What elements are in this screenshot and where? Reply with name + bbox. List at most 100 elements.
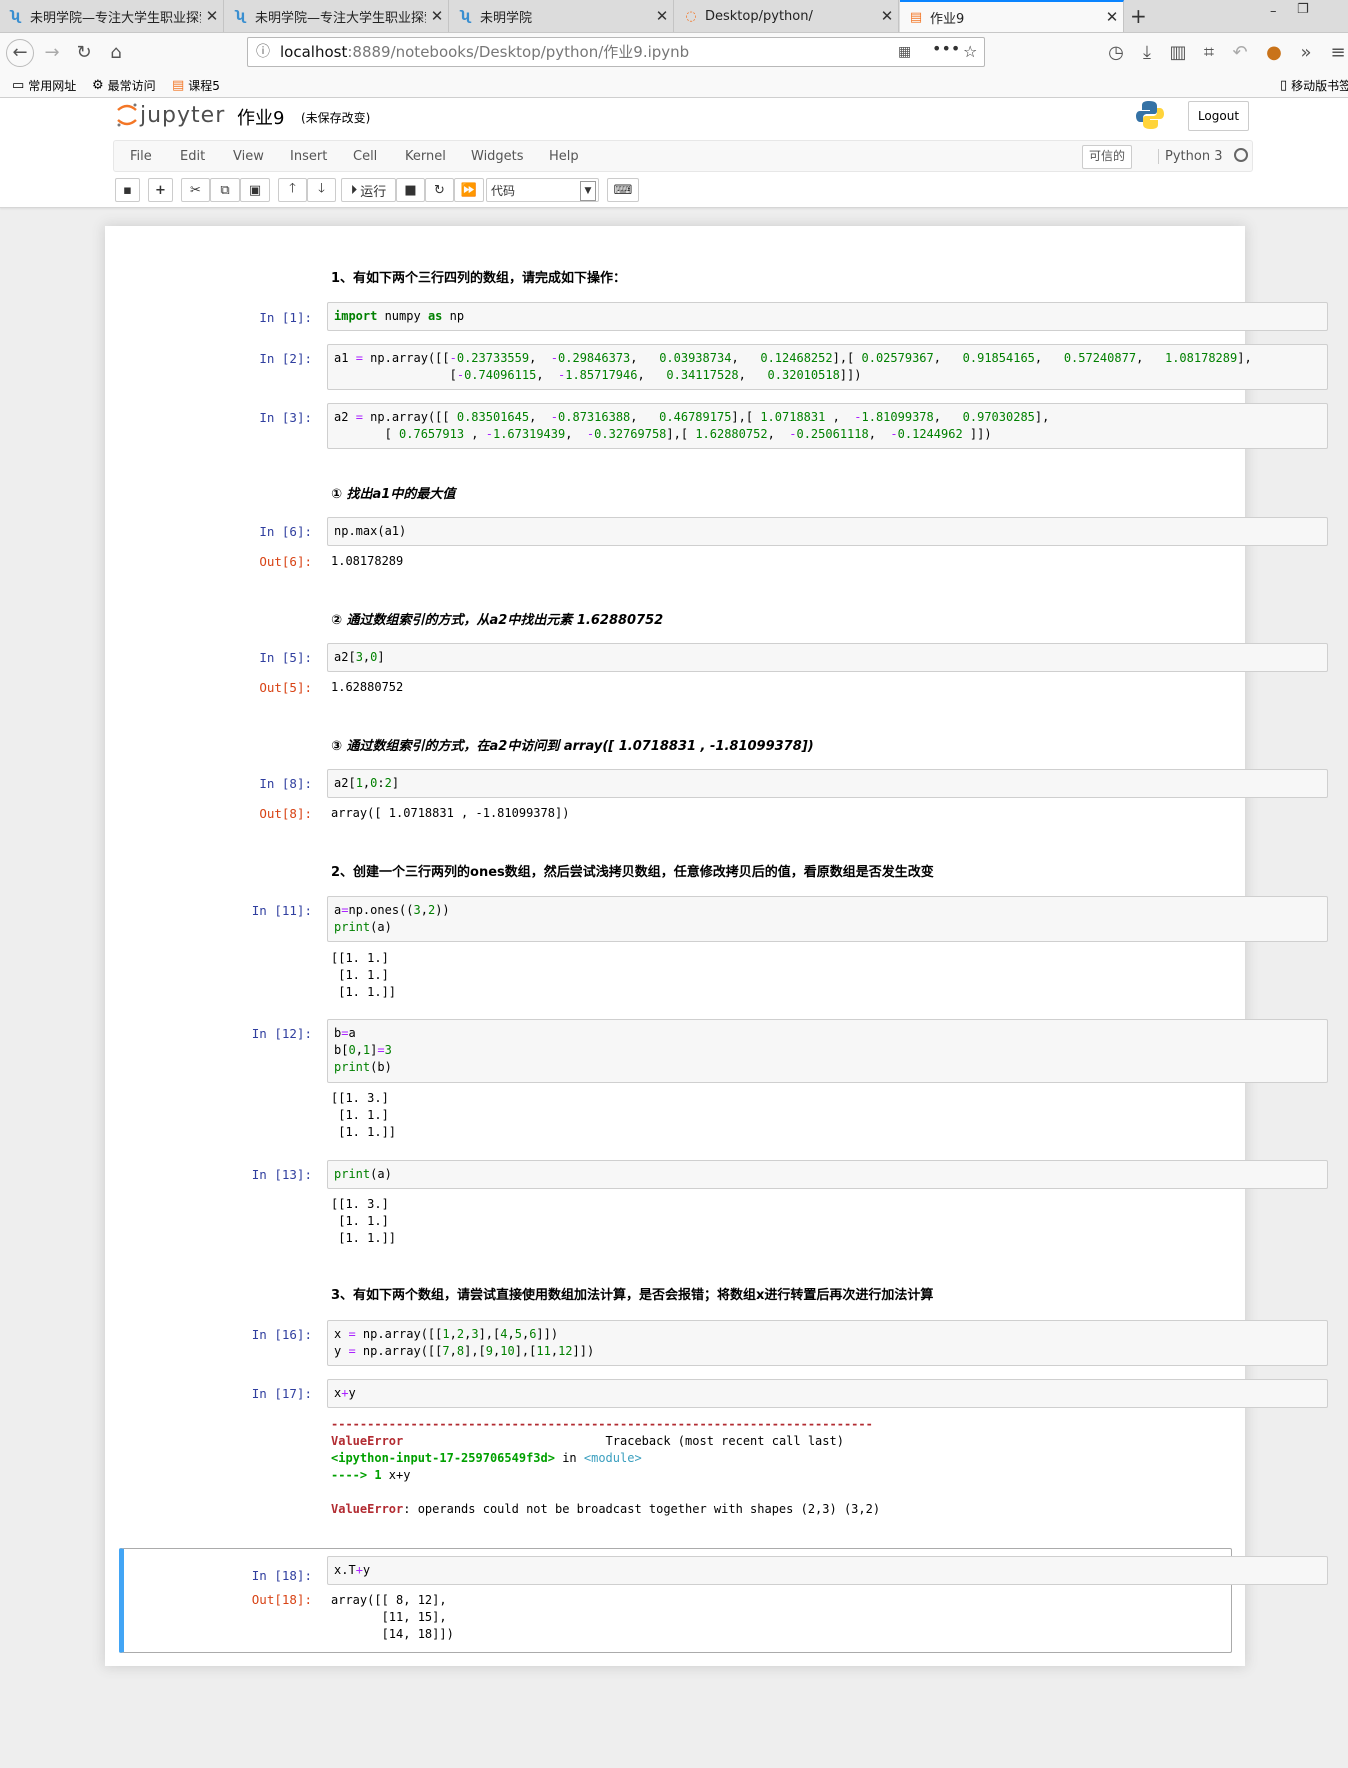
code-cell-input[interactable]: a2[1,0:2]	[327, 769, 1328, 798]
move-up-icon[interactable]: 🡑	[278, 178, 307, 202]
menu-cell[interactable]: Cell	[353, 149, 377, 164]
reload-icon[interactable]: ↻	[72, 41, 96, 65]
notebook-name[interactable]: 作业9	[237, 104, 284, 130]
bookmark-most-visited[interactable]: ⚙ 最常访问	[92, 77, 156, 94]
traceback-module: <module>	[583, 1451, 642, 1465]
weiming-logo-icon: ʯ	[460, 8, 472, 24]
download-icon[interactable]: ⤓	[1135, 41, 1159, 65]
tab-label: 未明学院	[480, 10, 533, 26]
cell-output: 1.62880752	[331, 680, 404, 694]
restart-icon[interactable]: ↻	[425, 178, 454, 202]
notebook-icon: ▤	[909, 9, 923, 25]
library-icon[interactable]: ▥	[1166, 41, 1190, 65]
restore-icon[interactable]: ❐	[1297, 2, 1309, 17]
paste-icon[interactable]: ▣	[240, 178, 270, 202]
fast-forward-icon[interactable]: ⏩	[454, 178, 484, 202]
run-button[interactable]: ⏵ 运行	[341, 178, 396, 202]
back-icon[interactable]: ←	[6, 39, 34, 67]
input-prompt: In [18]:	[251, 1568, 312, 1583]
home-icon[interactable]: ⌂	[104, 41, 128, 65]
code-cell-input[interactable]: x.T+y	[327, 1556, 1328, 1585]
qrcode-icon[interactable]: ▦	[898, 38, 911, 66]
menu-file[interactable]: File	[130, 149, 152, 164]
code-cell-input[interactable]: x+y	[327, 1379, 1328, 1408]
folder-icon: ▭	[12, 78, 25, 93]
menu-hamburger-icon[interactable]: ≡	[1326, 41, 1348, 65]
close-tab-icon[interactable]: ✕	[651, 7, 673, 25]
more-actions-icon[interactable]: •••	[932, 35, 960, 63]
markdown-cell[interactable]: ③ 通过数组索引的方式，在a2中访问到 array([ 1.0718831 , …	[331, 735, 814, 754]
traceback-input-ref: <ipython-input-17-259706549f3d>	[331, 1451, 555, 1465]
overflow-chevron-icon[interactable]: »	[1294, 41, 1318, 65]
jupyter-logo[interactable]: jupyter	[116, 102, 225, 128]
new-tab-icon[interactable]: +	[1130, 4, 1147, 28]
minimize-icon[interactable]: –	[1270, 4, 1277, 19]
markdown-cell[interactable]: ① 找出a1中的最大值	[331, 483, 455, 502]
info-icon[interactable]: ⓘ	[256, 38, 270, 66]
browser-tab-5[interactable]: ▤ 作业9 ✕	[900, 0, 1124, 32]
insert-cell-icon[interactable]: +	[148, 178, 173, 202]
cell-type-select[interactable]: 代码 ▼	[486, 178, 599, 202]
bookmark-course5[interactable]: ▤ 课程5	[172, 77, 220, 94]
markdown-cell[interactable]: ② 通过数组索引的方式，从a2中找出元素 1.62880752	[331, 609, 663, 628]
browser-tab-1[interactable]: ʯ 未明学院—专注大学生职业探索 ✕	[0, 0, 224, 32]
copy-icon[interactable]: ⧉	[210, 178, 240, 202]
save-status: (未保存改变)	[301, 111, 371, 125]
screenshot-icon[interactable]: ⌗	[1197, 41, 1221, 65]
code-cell-input[interactable]: b=a b[0,1]=3 print(b)	[327, 1019, 1328, 1083]
code-cell-input[interactable]: a2[3,0]	[327, 643, 1328, 672]
undo-icon[interactable]: ↶	[1228, 41, 1252, 65]
browser-tab-2[interactable]: ʯ 未明学院—专注大学生职业探索 ✕	[225, 0, 449, 32]
code-cell-input[interactable]: import numpy as np	[327, 302, 1328, 331]
browser-tab-4[interactable]: ◌ Desktop/python/ ✕	[675, 0, 899, 32]
move-down-icon[interactable]: 🡓	[307, 178, 336, 202]
markdown-cell[interactable]: 2、创建一个三行两列的ones数组，然后尝试浅拷贝数组，任意修改拷贝后的值，看原…	[331, 861, 934, 880]
input-prompt: In [1]:	[259, 310, 312, 325]
input-prompt: In [6]:	[259, 524, 312, 539]
close-tab-icon[interactable]: ✕	[201, 7, 223, 25]
cell-output: [[1. 3.] [1. 1.] [1. 1.]]	[331, 1197, 397, 1245]
stop-icon[interactable]: ■	[396, 178, 425, 202]
history-icon[interactable]: ◷	[1104, 41, 1128, 65]
menu-view[interactable]: View	[233, 149, 264, 164]
menu-insert[interactable]: Insert	[290, 149, 327, 164]
bookmark-common-sites[interactable]: ▭ 常用网址	[12, 77, 76, 94]
code-cell-input[interactable]: a2 = np.array([[ 0.83501645, -0.87316388…	[327, 403, 1328, 449]
markdown-cell[interactable]: 1、有如下两个三行四列的数组，请完成如下操作：	[331, 267, 626, 286]
menu-widgets[interactable]: Widgets	[471, 149, 524, 164]
logout-button[interactable]: Logout	[1188, 101, 1249, 131]
save-icon[interactable]: ▪	[115, 178, 140, 202]
menu-edit[interactable]: Edit	[180, 149, 205, 164]
trusted-indicator[interactable]: 可信的	[1082, 145, 1133, 169]
tab-label: 作业9	[930, 11, 965, 27]
code-text: x.T+y	[334, 1563, 371, 1577]
markdown-cell[interactable]: 3、有如下两个数组，请尝试直接使用数组加法计算，是否会报错；将数组x进行转置后再…	[331, 1284, 933, 1303]
menu-kernel[interactable]: Kernel	[405, 149, 446, 164]
code-cell-input[interactable]: print(a)	[327, 1160, 1328, 1189]
menu-help[interactable]: Help	[549, 149, 579, 164]
close-tab-icon[interactable]: ✕	[426, 7, 448, 25]
cut-icon[interactable]: ✂	[181, 178, 210, 202]
close-tab-icon[interactable]: ✕	[1101, 8, 1123, 26]
code-text: print(a)	[334, 1167, 392, 1181]
notebook-container: 1、有如下两个三行四列的数组，请完成如下操作： In [1]: import n…	[105, 226, 1328, 1666]
bookmark-star-icon[interactable]: ☆	[963, 38, 977, 66]
code-text: a2[1,0:2]	[334, 776, 400, 790]
extension-monkey-icon[interactable]: ●	[1262, 41, 1286, 65]
code-cell-input[interactable]: np.max(a1)	[327, 517, 1328, 546]
traceback-output: ----------------------------------------…	[331, 1416, 887, 1518]
url-bar[interactable]: ⓘ localhost:8889/notebooks/Desktop/pytho…	[247, 37, 985, 67]
output-prompt: Out[5]:	[259, 680, 312, 695]
keyboard-icon[interactable]: ⌨	[607, 178, 639, 202]
run-label: 运行	[360, 184, 387, 200]
forward-icon[interactable]: →	[40, 41, 64, 65]
code-cell-input[interactable]: a1 = np.array([[-0.23733559, -0.29846373…	[327, 344, 1328, 390]
code-text: import numpy as np	[334, 309, 465, 323]
gear-icon: ⚙	[92, 78, 104, 93]
run-icon: ⏵	[350, 182, 358, 198]
code-cell-input[interactable]: x = np.array([[1,2,3],[4,5,6]]) y = np.a…	[327, 1320, 1328, 1366]
close-tab-icon[interactable]: ✕	[876, 7, 898, 25]
code-cell-input[interactable]: a=np.ones((3,2)) print(a)	[327, 896, 1328, 942]
browser-tab-3[interactable]: ʯ 未明学院 ✕	[450, 0, 674, 32]
bookmark-mobile[interactable]: ▯ 移动版书签	[1280, 77, 1348, 94]
